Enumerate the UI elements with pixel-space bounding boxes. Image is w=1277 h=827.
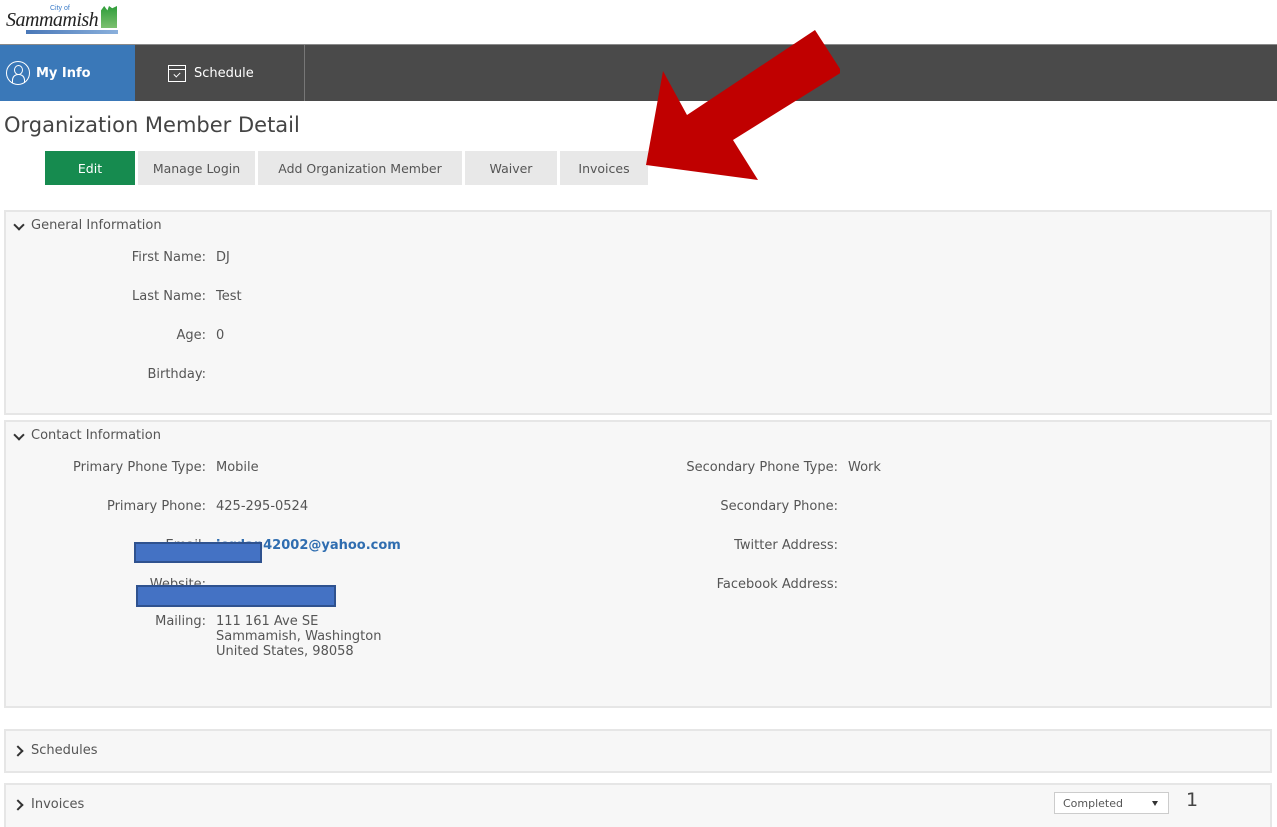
city-logo[interactable]: City of Sammamish [4,4,118,34]
field-label: Age: [176,328,206,343]
field-first-name: First Name: DJ [6,250,230,265]
logo-band [26,30,118,34]
field-label: Twitter Address: [734,538,838,553]
field-value: DJ [216,250,230,265]
field-label: Birthday: [147,367,206,382]
schedules-panel[interactable]: Schedules [4,729,1272,773]
redaction-box [136,585,336,607]
panel-title: Schedules [31,743,98,758]
invoices-button[interactable]: Invoices [560,151,648,185]
general-information-header[interactable]: General Information [14,218,162,233]
redaction-box [134,542,262,563]
field-label: Secondary Phone: [720,499,838,514]
mailing-line-1: 111 161 Ave SE [216,614,319,629]
chevron-down-icon [14,221,24,231]
field-secondary-phone-type: Secondary Phone Type: Work [6,460,881,475]
field-label: First Name: [131,250,206,265]
invoices-header[interactable]: Invoices [14,797,84,812]
field-birthday: Birthday: [6,367,216,382]
arrow-shape [646,30,840,180]
calendar-check-icon [168,64,186,82]
field-facebook-address: Facebook Address: [6,577,848,592]
field-label: Facebook Address: [716,577,838,592]
invoice-count: 1 [1186,789,1199,811]
panel-title: Contact Information [31,428,161,443]
schedules-header[interactable]: Schedules [14,743,98,758]
nav-tab-label: Schedule [194,65,254,81]
field-last-name: Last Name: Test [6,289,242,304]
annotation-arrow-icon [646,30,840,180]
panel-title: Invoices [31,797,85,812]
page-title: Organization Member Detail [4,113,300,137]
chevron-down-icon [14,431,24,441]
invoice-status-select[interactable]: Completed [1054,792,1169,814]
field-label: Secondary Phone Type: [686,460,838,475]
nav-tab-label: My Info [36,65,91,81]
field-value: 111 161 Ave SE Sammamish, Washington Uni… [216,614,381,659]
invoices-panel[interactable]: Invoices Completed 1 [4,783,1272,827]
caret-down-icon [1152,801,1158,806]
field-mailing: Mailing: 111 161 Ave SE Sammamish, Washi… [6,614,381,659]
chevron-right-icon [14,800,24,810]
manage-login-button[interactable]: Manage Login [138,151,255,185]
field-value: 0 [216,328,225,343]
nav-tab-my-info[interactable]: My Info [0,45,135,101]
field-twitter-address: Twitter Address: [6,538,848,553]
field-value: Test [216,289,242,304]
edit-button[interactable]: Edit [45,151,135,185]
field-label: Last Name: [132,289,206,304]
logo-name: Sammamish [6,9,99,31]
main-nav: My Info Schedule [0,44,1277,101]
field-value: Work [848,460,881,475]
mailing-line-3: United States, 98058 [216,644,354,659]
panel-title: General Information [31,218,162,233]
waiver-button[interactable]: Waiver [465,151,557,185]
add-organization-member-button[interactable]: Add Organization Member [258,151,462,185]
action-toolbar: Edit Manage Login Add Organization Membe… [45,151,648,185]
person-circle-icon [6,61,30,85]
nav-tab-schedule[interactable]: Schedule [135,45,305,101]
field-age: Age: 0 [6,328,224,343]
field-label: Mailing: [155,614,206,629]
select-value: Completed [1063,796,1123,810]
field-secondary-phone: Secondary Phone: [6,499,848,514]
contact-information-panel: Contact Information Primary Phone Type: … [4,420,1272,708]
general-information-panel: General Information First Name: DJ Last … [4,210,1272,415]
contact-information-header[interactable]: Contact Information [14,428,161,443]
mailing-line-2: Sammamish, Washington [216,629,382,644]
chevron-right-icon [14,746,24,756]
logo-trees-icon [101,6,117,28]
